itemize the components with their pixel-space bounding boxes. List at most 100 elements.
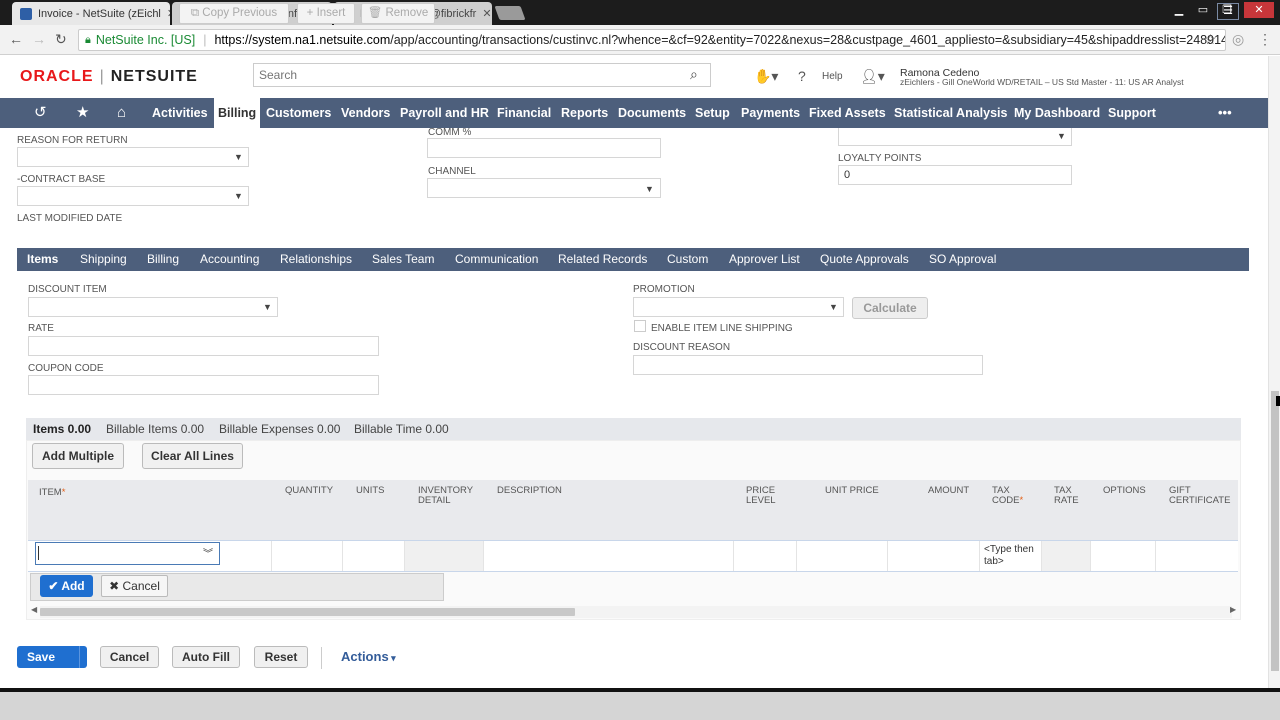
nav-statistical-analysis[interactable]: Statistical Analysis bbox=[894, 98, 1007, 128]
subtab-accounting[interactable]: Accounting bbox=[200, 248, 259, 271]
nav-financial[interactable]: Financial bbox=[497, 98, 551, 128]
subtab-sales-team[interactable]: Sales Team bbox=[372, 248, 434, 271]
shortcuts-star-icon[interactable]: ★ bbox=[76, 98, 89, 128]
user-role[interactable]: zEichlers - Gill OneWorld WD/RETAIL – US… bbox=[900, 77, 1184, 87]
discount-item-select[interactable] bbox=[28, 297, 278, 317]
subtab-billing[interactable]: Billing bbox=[147, 248, 179, 271]
contract-base-select[interactable] bbox=[17, 186, 249, 206]
nav-payments[interactable]: Payments bbox=[741, 98, 800, 128]
new-tab-button[interactable] bbox=[494, 6, 526, 20]
nav-documents[interactable]: Documents bbox=[618, 98, 686, 128]
scroll-left-icon[interactable]: ◀ bbox=[31, 605, 37, 614]
subtab-quote-approvals[interactable]: Quote Approvals bbox=[820, 248, 909, 271]
chevron-down-icon[interactable]: ▼ bbox=[263, 302, 272, 312]
channel-select[interactable] bbox=[427, 178, 661, 198]
cell-unit-price[interactable] bbox=[797, 541, 888, 571]
back-icon[interactable]: ← bbox=[9, 31, 23, 47]
chevron-down-icon[interactable]: ▼ bbox=[234, 152, 243, 162]
nav-activities[interactable]: Activities bbox=[152, 98, 208, 128]
chevron-down-icon[interactable]: ▼ bbox=[829, 302, 838, 312]
cancel-button[interactable]: Cancel bbox=[100, 646, 159, 668]
reason-for-return-select[interactable] bbox=[17, 147, 249, 167]
reload-icon[interactable]: ↻ bbox=[55, 31, 67, 48]
close-icon[interactable]: ✕ bbox=[476, 7, 491, 20]
machine-tab-items[interactable]: Items 0.00 bbox=[33, 422, 91, 436]
nav-vendors[interactable]: Vendors bbox=[341, 98, 390, 128]
copy-previous-button[interactable]: ⧉ Copy Previous bbox=[179, 3, 289, 24]
page-vertical-scrollbar[interactable] bbox=[1268, 56, 1280, 688]
double-chevron-down-icon[interactable]: ︾ bbox=[203, 545, 213, 560]
help-label[interactable]: Help bbox=[822, 71, 843, 82]
cell-description[interactable] bbox=[484, 541, 734, 571]
remove-button[interactable]: 🗑︎ Remove bbox=[361, 3, 435, 24]
extension-icon[interactable]: ◎ bbox=[1232, 31, 1244, 48]
add-line-button[interactable]: ✔ Add bbox=[40, 575, 93, 597]
browser-tab-invoice[interactable]: Invoice - NetSuite (zEichl ✕ bbox=[12, 2, 170, 25]
cell-options[interactable] bbox=[1091, 541, 1156, 571]
cell-gift-certificate[interactable] bbox=[1156, 541, 1238, 571]
chevron-down-icon[interactable]: ▼ bbox=[1057, 131, 1066, 141]
global-search-input[interactable] bbox=[253, 63, 711, 87]
save-button[interactable]: Save ▼ bbox=[17, 646, 95, 668]
loyalty-points-field[interactable]: 0 bbox=[838, 165, 1072, 185]
coupon-code-field[interactable] bbox=[28, 375, 379, 395]
subtab-so-approval[interactable]: SO Approval bbox=[929, 248, 996, 271]
subtab-approver-list[interactable]: Approver List bbox=[729, 248, 800, 271]
nav-billing[interactable]: Billing bbox=[214, 98, 261, 128]
bookmark-star-icon[interactable]: ☆ bbox=[1204, 31, 1217, 48]
cell-inventory-detail[interactable] bbox=[405, 541, 484, 571]
chevron-down-icon[interactable]: ▼ bbox=[234, 191, 243, 201]
actions-menu[interactable]: Actions ▾ bbox=[341, 649, 396, 664]
user-avatar-icon[interactable]: 👤︎▾ bbox=[860, 68, 885, 85]
scrollbar-thumb[interactable] bbox=[40, 608, 575, 616]
nav-customers[interactable]: Customers bbox=[266, 98, 331, 128]
discount-reason-field[interactable] bbox=[633, 355, 983, 375]
machine-tab-billable-time[interactable]: Billable Time 0.00 bbox=[354, 422, 449, 436]
chevron-down-icon[interactable]: ▼ bbox=[645, 184, 654, 194]
nav-payroll-and-hr[interactable]: Payroll and HR bbox=[400, 98, 489, 128]
save-dropdown-icon[interactable]: ▼ bbox=[79, 646, 95, 668]
scroll-right-icon[interactable]: ▶ bbox=[1230, 605, 1236, 614]
forward-icon[interactable]: → bbox=[32, 31, 46, 47]
subtab-relationships[interactable]: Relationships bbox=[280, 248, 352, 271]
items-horizontal-scrollbar[interactable] bbox=[40, 606, 1232, 618]
calculate-button[interactable]: Calculate bbox=[852, 297, 928, 319]
menu-icon[interactable]: ⋮ bbox=[1258, 31, 1272, 48]
subtab-custom[interactable]: Custom bbox=[667, 248, 708, 271]
search-icon[interactable]: ⌕ bbox=[690, 66, 698, 83]
machine-tab-billable-items[interactable]: Billable Items 0.00 bbox=[106, 422, 204, 436]
add-multiple-button[interactable]: Add Multiple bbox=[32, 443, 124, 469]
nav-support[interactable]: Support bbox=[1108, 98, 1156, 128]
address-bar[interactable]: 🔒︎ NetSuite Inc. [US] | https://system.n… bbox=[78, 29, 1226, 51]
user-profile-icon[interactable]: ▭ bbox=[1192, 2, 1214, 18]
nav-reports[interactable]: Reports bbox=[561, 98, 608, 128]
promotion-select[interactable] bbox=[633, 297, 844, 317]
recent-icon[interactable]: ↺ bbox=[34, 98, 47, 128]
window-close-icon[interactable]: ✕ bbox=[1244, 2, 1274, 18]
rate-field[interactable] bbox=[28, 336, 379, 356]
help-icon[interactable]: ? bbox=[798, 68, 806, 84]
top-right-select[interactable] bbox=[838, 128, 1072, 146]
cell-quantity[interactable] bbox=[272, 541, 343, 571]
enable-item-line-shipping-checkbox[interactable] bbox=[634, 320, 646, 332]
subtab-related-records[interactable]: Related Records bbox=[558, 248, 647, 271]
subtab-items[interactable]: Items bbox=[27, 248, 58, 271]
nav-fixed-assets[interactable]: Fixed Assets bbox=[809, 98, 886, 128]
item-select-input[interactable] bbox=[35, 542, 220, 565]
auto-fill-button[interactable]: Auto Fill bbox=[172, 646, 240, 668]
subtab-list-icon[interactable]: ☰ bbox=[1217, 3, 1239, 20]
cell-units[interactable] bbox=[343, 541, 405, 571]
cancel-line-button[interactable]: ✖ Cancel bbox=[101, 575, 168, 597]
close-icon[interactable]: ✕ bbox=[161, 7, 170, 20]
page-scrollbar-thumb[interactable] bbox=[1271, 391, 1279, 671]
nav-my-dashboard[interactable]: My Dashboard bbox=[1014, 98, 1100, 128]
oracle-netsuite-logo[interactable]: ORACLE | NETSUITE bbox=[20, 68, 198, 86]
cell-amount[interactable] bbox=[888, 541, 980, 571]
cell-price-level[interactable] bbox=[734, 541, 797, 571]
clear-all-lines-button[interactable]: Clear All Lines bbox=[142, 443, 243, 469]
subtab-shipping[interactable]: Shipping bbox=[80, 248, 127, 271]
home-icon[interactable]: ⌂ bbox=[117, 98, 126, 128]
subtab-communication[interactable]: Communication bbox=[455, 248, 538, 271]
more-menu-icon[interactable]: ••• bbox=[1218, 98, 1232, 128]
machine-tab-billable-expenses[interactable]: Billable Expenses 0.00 bbox=[219, 422, 340, 436]
